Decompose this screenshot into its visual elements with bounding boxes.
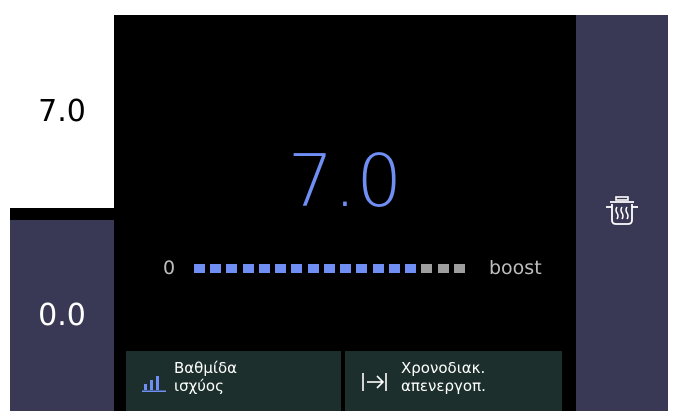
power-level-button[interactable]: Βαθμίδα ισχύος [126,351,341,411]
power-segment [226,264,237,273]
switch-off-timer-label-line1: Χρονοδιακ. [401,359,486,377]
pot-steam-icon [605,196,639,230]
power-level-label-line1: Βαθμίδα [174,359,238,377]
zone-top-value: 7.0 [38,94,86,129]
power-segment [340,264,351,273]
power-segment [291,264,302,273]
power-segment [405,264,416,273]
power-segment [275,264,286,273]
cookware-button[interactable] [576,15,668,411]
zone-bottom-button[interactable]: 0.0 [10,220,114,411]
bar-chart-icon [142,372,166,396]
arrow-to-line-icon [361,371,389,397]
switch-off-timer-button[interactable]: Χρονοδιακ. απενεργοπ. [345,351,562,411]
zone-bottom-value: 0.0 [38,298,86,333]
power-segment [356,264,367,273]
power-segment [324,264,335,273]
zone-top-button[interactable]: 7.0 [10,15,114,208]
power-segment [389,264,400,273]
power-segment [454,264,465,273]
power-segment [259,264,270,273]
cooktop-display: 7.0 0.0 7.0 0 boost Βαθμίδα ισχύος Χρονο… [10,15,668,411]
power-segment [194,264,205,273]
power-level-label: Βαθμίδα ισχύος [174,359,237,395]
power-segment [243,264,254,273]
scale-max-label: boost [489,257,542,279]
power-segment [210,264,221,273]
power-segment [438,264,449,273]
switch-off-timer-label-line2: απενεργοπ. [401,377,486,395]
power-segment [308,264,319,273]
scale-min-label: 0 [163,257,176,279]
power-level-value: 7.0 [287,139,403,223]
power-segment [373,264,384,273]
switch-off-timer-label: Χρονοδιακ. απενεργοπ. [401,359,486,395]
power-level-label-line2: ισχύος [174,377,224,395]
power-level-slider[interactable] [194,264,470,273]
power-segment [421,264,432,273]
